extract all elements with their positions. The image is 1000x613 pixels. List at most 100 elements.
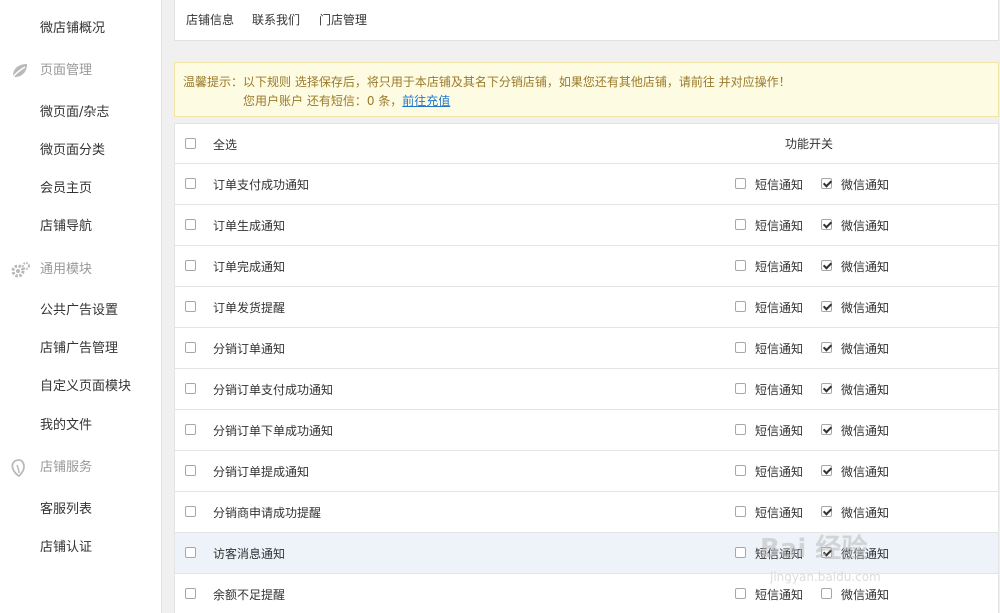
notice-text: 温馨提示：以下规则 选择保存后，将只用于本店铺及其名下分销店铺，如果您还有其他店… xyxy=(183,75,791,89)
sidebar-item-my-files[interactable]: 我的文件 xyxy=(40,416,92,436)
sidebar-item-custom-modules[interactable]: 自定义页面模块 xyxy=(40,377,131,397)
sidebar-group-label: 页面管理 xyxy=(40,63,93,78)
sms-checkbox[interactable] xyxy=(735,424,746,435)
wechat-checkbox[interactable] xyxy=(821,342,832,353)
row-checkbox[interactable] xyxy=(185,178,196,189)
table-row: 订单生成通知 短信通知 微信通知 xyxy=(174,205,999,246)
sms-checkbox[interactable] xyxy=(735,506,746,517)
wechat-label: 微信通知 xyxy=(841,260,890,274)
sms-label: 短信通知 xyxy=(755,424,804,438)
wechat-label: 微信通知 xyxy=(841,588,890,602)
row-label: 订单完成通知 xyxy=(213,260,286,274)
wechat-checkbox[interactable] xyxy=(821,219,832,230)
tab-store-info[interactable]: 店铺信息 xyxy=(186,12,234,28)
row-label: 分销订单提成通知 xyxy=(213,465,310,479)
row-checkbox[interactable] xyxy=(185,547,196,558)
wechat-checkbox[interactable] xyxy=(821,506,832,517)
wechat-label: 微信通知 xyxy=(841,219,890,233)
tab-contact-us[interactable]: 联系我们 xyxy=(252,12,300,28)
service-icon xyxy=(11,459,25,477)
sms-label: 短信通知 xyxy=(755,465,804,479)
wechat-checkbox[interactable] xyxy=(821,547,832,558)
sms-checkbox[interactable] xyxy=(735,260,746,271)
wechat-label: 微信通知 xyxy=(841,383,890,397)
row-checkbox[interactable] xyxy=(185,465,196,476)
row-checkbox[interactable] xyxy=(185,301,196,312)
wechat-label: 微信通知 xyxy=(841,342,890,356)
select-all-label: 全选 xyxy=(213,138,238,152)
row-checkbox[interactable] xyxy=(185,342,196,353)
sms-label: 短信通知 xyxy=(755,260,804,274)
gear-icon xyxy=(11,262,30,278)
sms-checkbox[interactable] xyxy=(735,342,746,353)
table-row: 订单支付成功通知 短信通知 微信通知 xyxy=(174,164,999,205)
row-checkbox[interactable] xyxy=(185,424,196,435)
wechat-checkbox[interactable] xyxy=(821,383,832,394)
row-label: 分销商申请成功提醒 xyxy=(213,506,322,520)
table-header: 全选 功能开关 xyxy=(174,123,999,164)
wechat-checkbox[interactable] xyxy=(821,178,832,189)
recharge-link[interactable]: 前往充值 xyxy=(402,94,450,108)
function-switch-header: 功能开关 xyxy=(785,137,834,151)
table-row: 分销商申请成功提醒 短信通知 微信通知 xyxy=(174,492,999,533)
table-row: 分销订单下单成功通知 短信通知 微信通知 xyxy=(174,410,999,451)
sidebar-item-micropage[interactable]: 微页面/杂志 xyxy=(40,103,109,123)
select-all-checkbox[interactable] xyxy=(185,138,196,149)
sidebar-group-label: 店铺服务 xyxy=(40,460,93,475)
row-checkbox[interactable] xyxy=(185,506,196,517)
row-label: 分销订单下单成功通知 xyxy=(213,424,334,438)
table-row: 分销订单通知 短信通知 微信通知 xyxy=(174,328,999,369)
row-checkbox[interactable] xyxy=(185,260,196,271)
sidebar-item-store-verification[interactable]: 店铺认证 xyxy=(40,538,92,558)
wechat-label: 微信通知 xyxy=(841,547,890,561)
row-label: 余额不足提醒 xyxy=(213,588,286,602)
row-checkbox[interactable] xyxy=(185,383,196,394)
row-label: 订单发货提醒 xyxy=(213,301,286,315)
row-label: 订单生成通知 xyxy=(213,219,286,233)
notice-banner: 温馨提示：以下规则 选择保存后，将只用于本店铺及其名下分销店铺，如果您还有其他店… xyxy=(174,62,999,117)
sms-checkbox[interactable] xyxy=(735,547,746,558)
sms-label: 短信通知 xyxy=(755,506,804,520)
wechat-checkbox[interactable] xyxy=(821,301,832,312)
sms-checkbox[interactable] xyxy=(735,383,746,394)
table-row: 订单完成通知 短信通知 微信通知 xyxy=(174,246,999,287)
tab-bar: 店铺信息 联系我们 门店管理 xyxy=(174,0,999,41)
sms-label: 短信通知 xyxy=(755,588,804,602)
wechat-label: 微信通知 xyxy=(841,506,890,520)
row-label: 分销订单通知 xyxy=(213,342,286,356)
row-checkbox[interactable] xyxy=(185,219,196,230)
sidebar-item-member-home[interactable]: 会员主页 xyxy=(40,179,92,199)
wechat-checkbox[interactable] xyxy=(821,465,832,476)
wechat-label: 微信通知 xyxy=(841,178,890,192)
row-checkbox[interactable] xyxy=(185,588,196,599)
sms-checkbox[interactable] xyxy=(735,588,746,599)
table-row: 访客消息通知 短信通知 微信通知 xyxy=(174,533,999,574)
sms-checkbox[interactable] xyxy=(735,465,746,476)
table-row: 订单发货提醒 短信通知 微信通知 xyxy=(174,287,999,328)
wechat-label: 微信通知 xyxy=(841,424,890,438)
sms-checkbox[interactable] xyxy=(735,178,746,189)
sidebar-group-label: 通用模块 xyxy=(40,262,93,277)
sidebar-item-overview[interactable]: 微店铺概况 xyxy=(40,19,105,39)
leaf-icon xyxy=(11,64,27,79)
row-label: 分销订单支付成功通知 xyxy=(213,383,334,397)
wechat-checkbox[interactable] xyxy=(821,424,832,435)
sidebar-item-public-ads[interactable]: 公共广告设置 xyxy=(40,301,118,321)
sidebar-item-store-ads[interactable]: 店铺广告管理 xyxy=(40,339,118,359)
wechat-checkbox[interactable] xyxy=(821,260,832,271)
sms-label: 短信通知 xyxy=(755,301,804,315)
sms-label: 短信通知 xyxy=(755,219,804,233)
sms-label: 短信通知 xyxy=(755,342,804,356)
sidebar: 微店铺概况 页面管理 微页面/杂志 微页面分类 会员主页 店铺导航 通用模块 公… xyxy=(0,0,162,613)
table-row: 余额不足提醒 短信通知 微信通知 xyxy=(174,574,999,613)
wechat-checkbox[interactable] xyxy=(821,588,832,599)
sms-label: 短信通知 xyxy=(755,178,804,192)
sms-checkbox[interactable] xyxy=(735,301,746,312)
wechat-label: 微信通知 xyxy=(841,301,890,315)
sms-checkbox[interactable] xyxy=(735,219,746,230)
table-row: 分销订单支付成功通知 短信通知 微信通知 xyxy=(174,369,999,410)
sidebar-item-store-nav[interactable]: 店铺导航 xyxy=(40,217,92,237)
tab-store-management[interactable]: 门店管理 xyxy=(319,12,367,28)
sidebar-item-customer-service[interactable]: 客服列表 xyxy=(40,500,92,520)
sidebar-item-micropage-category[interactable]: 微页面分类 xyxy=(40,141,105,161)
